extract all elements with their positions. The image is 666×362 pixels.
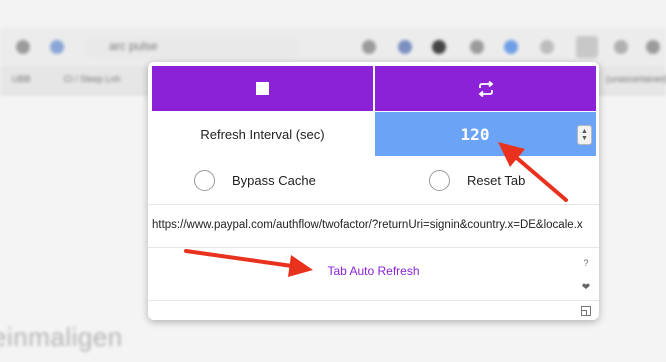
menu-icon — [646, 40, 660, 54]
bookmark-item: UBB — [12, 74, 31, 84]
stop-icon — [256, 82, 269, 95]
tab-auto-refresh-link[interactable]: Tab Auto Refresh — [148, 264, 599, 278]
chevron-up-icon[interactable]: ▲ — [581, 128, 588, 135]
control-buttons — [152, 66, 596, 111]
heart-icon[interactable]: ❤ — [580, 282, 592, 293]
bypass-cache-option[interactable]: Bypass Cache — [194, 163, 316, 197]
resize-icon[interactable] — [580, 306, 592, 316]
reset-tab-label: Reset Tab — [467, 172, 526, 188]
extension-popup: Refresh Interval (sec) 120 ▲ ▼ Bypass Ca… — [148, 62, 599, 320]
extension-icon — [50, 40, 64, 54]
address-bar — [84, 36, 299, 58]
stop-button[interactable] — [152, 66, 373, 111]
divider — [148, 247, 599, 248]
extension-icon — [362, 40, 376, 54]
extension-icon — [398, 40, 412, 54]
chevron-icon — [614, 40, 628, 54]
extension-icon — [504, 40, 518, 54]
tab-url-field[interactable]: https://www.paypal.com/authflow/twofacto… — [152, 214, 595, 236]
bypass-cache-label: Bypass Cache — [232, 172, 316, 188]
shield-icon — [16, 40, 30, 54]
refresh-interval-input[interactable]: 120 ▲ ▼ — [375, 112, 596, 156]
refresh-interval-value[interactable]: 120 — [375, 112, 575, 156]
extension-icon — [432, 40, 446, 54]
divider — [148, 300, 599, 301]
start-refresh-button[interactable] — [375, 66, 596, 111]
chevron-down-icon[interactable]: ▼ — [581, 135, 588, 142]
refresh-interval-label: Refresh Interval (sec) — [200, 126, 325, 142]
address-bar-text: arc pulse — [109, 39, 158, 53]
reset-tab-option[interactable]: Reset Tab — [429, 163, 525, 197]
bypass-cache-radio[interactable] — [194, 169, 215, 191]
browser-toolbar — [0, 28, 666, 66]
divider — [148, 204, 599, 205]
bookmark-item: Cl / Sleep Lnh — [64, 74, 121, 84]
interval-stepper[interactable]: ▲ ▼ — [577, 125, 592, 145]
extension-icon — [576, 36, 598, 58]
repeat-icon — [478, 80, 493, 97]
page-heading: einmaligen — [0, 322, 123, 352]
bookmark-item: (unascertained) — [606, 74, 666, 84]
help-icon[interactable]: ? — [580, 258, 592, 268]
extension-icon — [470, 40, 484, 54]
extension-icon — [540, 40, 554, 54]
reset-tab-radio[interactable] — [429, 169, 450, 191]
